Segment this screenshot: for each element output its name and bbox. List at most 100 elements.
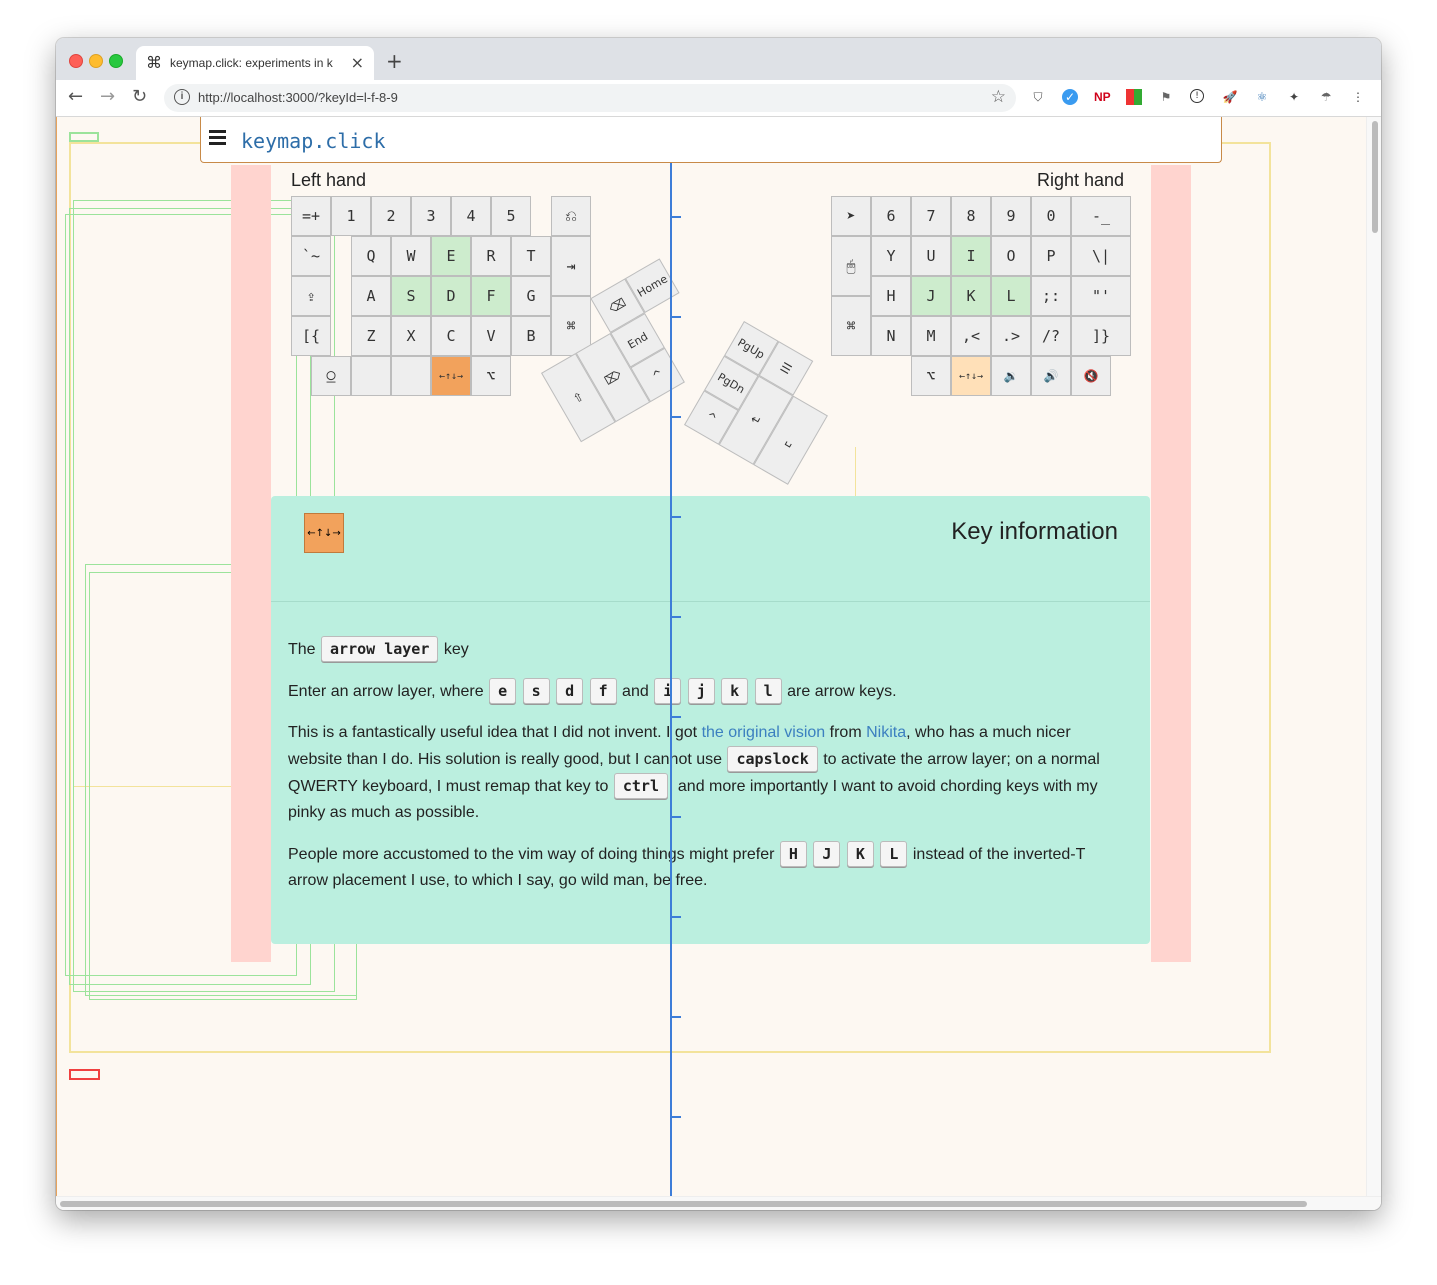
np-icon[interactable]: NP: [1094, 89, 1111, 105]
tab-keymap[interactable]: ⌘ keymap.click: experiments in k ×: [136, 46, 374, 80]
key-j[interactable]: J: [911, 276, 951, 316]
key[interactable]: .>: [991, 316, 1031, 356]
key-layer[interactable]: ⍜: [311, 356, 351, 396]
key-e[interactable]: E: [431, 236, 471, 276]
key[interactable]: 1: [331, 196, 371, 236]
page-left-border: [56, 117, 57, 1196]
site-info-icon[interactable]: i: [174, 89, 190, 105]
key-arrow-layer-right[interactable]: ←↑↓→: [951, 356, 991, 396]
close-window-button[interactable]: [69, 54, 83, 68]
reload-icon[interactable]: ↻: [132, 86, 147, 107]
key[interactable]: H: [871, 276, 911, 316]
key-blank[interactable]: [391, 356, 431, 396]
mute-icon[interactable]: 🔇: [1071, 356, 1111, 396]
react-icon[interactable]: ⚛: [1254, 89, 1270, 105]
key[interactable]: 4: [451, 196, 491, 236]
vertical-scrollbar[interactable]: [1366, 117, 1381, 1196]
key[interactable]: W: [391, 236, 431, 276]
key[interactable]: A: [351, 276, 391, 316]
scroll-thumb[interactable]: [60, 1201, 1307, 1207]
bookmark-star-icon[interactable]: ☆: [991, 87, 1006, 107]
key[interactable]: 6: [871, 196, 911, 236]
key[interactable]: Q: [351, 236, 391, 276]
key[interactable]: V: [471, 316, 511, 356]
key-capslock[interactable]: ⇪: [291, 276, 331, 316]
key[interactable]: P: [1031, 236, 1071, 276]
key-tab[interactable]: ⇥: [551, 236, 591, 296]
key[interactable]: "': [1071, 276, 1131, 316]
key-arrow-layer[interactable]: ←↑↓→: [431, 356, 471, 396]
key-mouse[interactable]: 🖱: [831, 236, 871, 296]
key[interactable]: G: [511, 276, 551, 316]
key[interactable]: R: [471, 236, 511, 276]
ublock-icon[interactable]: ⛉: [1030, 89, 1046, 105]
key-f[interactable]: F: [471, 276, 511, 316]
key[interactable]: =+: [291, 196, 331, 236]
key-d[interactable]: D: [431, 276, 471, 316]
horizontal-scrollbar[interactable]: [56, 1196, 1381, 1210]
key-k[interactable]: K: [951, 276, 991, 316]
key-l[interactable]: L: [991, 276, 1031, 316]
tab-bar: ⌘ keymap.click: experiments in k × +: [56, 38, 1381, 80]
key[interactable]: /?: [1031, 316, 1071, 356]
new-tab-button[interactable]: +: [386, 49, 403, 73]
key[interactable]: 5: [491, 196, 531, 236]
forward-icon[interactable]: →: [100, 86, 115, 107]
grammar-icon[interactable]: ✓: [1062, 89, 1078, 105]
key[interactable]: Y: [871, 236, 911, 276]
key-i[interactable]: I: [951, 236, 991, 276]
key[interactable]: T: [511, 236, 551, 276]
puzzle-icon[interactable]: ✦: [1286, 89, 1302, 105]
address-bar[interactable]: i http://localhost:3000/?keyId=l-f-8-9 ☆: [164, 84, 1016, 112]
hamburger-menu-icon[interactable]: [209, 130, 226, 145]
flag-icon[interactable]: ⚑: [1158, 89, 1174, 105]
onepassword-icon[interactable]: !: [1190, 89, 1204, 103]
close-tab-icon[interactable]: ×: [351, 53, 364, 72]
key[interactable]: M: [911, 316, 951, 356]
key[interactable]: ;:: [1031, 276, 1071, 316]
key[interactable]: 2: [371, 196, 411, 236]
key[interactable]: 9: [991, 196, 1031, 236]
url-text[interactable]: http://localhost:3000/?keyId=l-f-8-9: [198, 90, 398, 105]
key[interactable]: 7: [911, 196, 951, 236]
key-reset[interactable]: ⎌: [551, 196, 591, 236]
key[interactable]: \|: [1071, 236, 1131, 276]
key[interactable]: B: [511, 316, 551, 356]
key-option-right[interactable]: ⌥: [911, 356, 951, 396]
minimize-window-button[interactable]: [89, 54, 103, 68]
back-icon[interactable]: ←: [68, 86, 83, 107]
kbd-l: L: [880, 841, 908, 867]
key[interactable]: 8: [951, 196, 991, 236]
key[interactable]: `~: [291, 236, 331, 276]
key-cmd-right[interactable]: ⌘: [831, 296, 871, 356]
key[interactable]: ,<: [951, 316, 991, 356]
key-blank[interactable]: [351, 356, 391, 396]
key-s[interactable]: S: [391, 276, 431, 316]
left-gutter: [231, 165, 271, 962]
key[interactable]: U: [911, 236, 951, 276]
key[interactable]: N: [871, 316, 911, 356]
brand-title[interactable]: keymap.click: [241, 129, 386, 153]
key[interactable]: ]}: [1071, 316, 1131, 356]
key-option[interactable]: ⌥: [471, 356, 511, 396]
key[interactable]: 0: [1031, 196, 1071, 236]
key-send[interactable]: ➤: [831, 196, 871, 236]
volume-up-icon[interactable]: 🔊: [1031, 356, 1071, 396]
avatar-icon[interactable]: ☂: [1318, 89, 1334, 105]
rocket-icon[interactable]: 🚀: [1222, 89, 1238, 105]
key[interactable]: Z: [351, 316, 391, 356]
key[interactable]: X: [391, 316, 431, 356]
selected-key[interactable]: ←↑↓→: [304, 513, 344, 553]
original-vision-link[interactable]: the original vision: [702, 724, 826, 741]
key[interactable]: O: [991, 236, 1031, 276]
nikita-link[interactable]: Nikita: [866, 724, 906, 741]
key[interactable]: C: [431, 316, 471, 356]
key[interactable]: 3: [411, 196, 451, 236]
key[interactable]: -_: [1071, 196, 1131, 236]
scroll-thumb[interactable]: [1372, 121, 1378, 233]
menu-icon[interactable]: ⋮: [1350, 89, 1366, 105]
volume-down-icon[interactable]: 🔉: [991, 356, 1031, 396]
maximize-window-button[interactable]: [109, 54, 123, 68]
key[interactable]: [{: [291, 316, 331, 356]
multi-icon[interactable]: [1126, 89, 1142, 105]
